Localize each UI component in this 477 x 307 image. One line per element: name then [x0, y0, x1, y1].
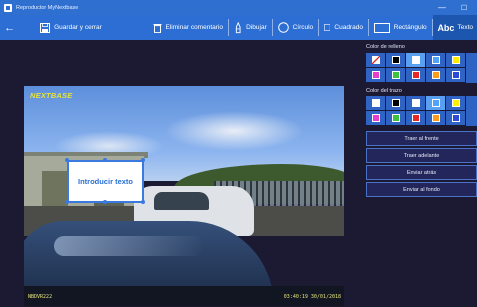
resize-handle[interactable]: [103, 158, 107, 162]
draw-tool-label: Dibujar: [246, 24, 267, 31]
toolbar-divider: [271, 19, 273, 36]
stroke-color-label: Color del trazo: [366, 88, 402, 94]
window-title: Reproductor MyNextbase: [16, 4, 79, 11]
toolbar-divider: [431, 19, 433, 36]
fill-swatch[interactable]: [366, 68, 386, 83]
no-color-icon: [371, 56, 380, 64]
draw-tool-button[interactable]: Dibujar: [230, 15, 271, 40]
toolbar-divider: [227, 19, 229, 36]
bring-forward-button[interactable]: Traer adelante: [366, 148, 477, 163]
resize-handle[interactable]: [141, 200, 145, 204]
send-to-back-button[interactable]: Enviar al fondo: [366, 182, 477, 197]
stroke-color-row-1: [366, 96, 477, 111]
properties-panel: Color de relleno Color del trazo Traer a…: [362, 40, 477, 307]
stroke-swatch[interactable]: [446, 96, 466, 111]
rectangle-tool-label: Rectángulo: [393, 24, 427, 31]
minimize-button[interactable]: —: [431, 0, 453, 15]
circle-tool-label: Círculo: [292, 24, 314, 31]
fill-swatch[interactable]: [406, 68, 426, 83]
back-arrow-icon: ←: [4, 21, 16, 34]
stroke-swatch[interactable]: [366, 96, 386, 111]
stroke-swatch[interactable]: [386, 96, 406, 111]
resize-handle[interactable]: [103, 200, 107, 204]
resize-handle[interactable]: [65, 158, 69, 162]
datetime-stamp: 03:40:19 30/01/2018: [283, 294, 341, 300]
device-stamp: NBDVR222: [28, 294, 53, 300]
fill-swatch-selected[interactable]: [406, 53, 426, 68]
stroke-swatch[interactable]: [406, 96, 426, 111]
text-tool-button[interactable]: Abc Texto: [433, 15, 477, 40]
square-tool-button[interactable]: Cuadrado: [320, 15, 367, 40]
app-icon: [4, 3, 12, 12]
title-bar: Reproductor MyNextbase — ☐: [0, 0, 477, 15]
fill-swatch[interactable]: [426, 53, 446, 68]
pen-icon: [235, 21, 241, 33]
annotation-toolbar: ← Guardar y cerrar Eliminar comentario D…: [0, 15, 477, 40]
send-backward-button[interactable]: Enviar atrás: [366, 165, 477, 180]
circle-icon: [277, 22, 289, 33]
stroke-swatch[interactable]: [386, 111, 406, 126]
fill-swatch[interactable]: [446, 68, 466, 83]
maximize-button[interactable]: ☐: [453, 0, 475, 15]
fill-swatch[interactable]: [386, 53, 406, 68]
toolbar-divider: [367, 19, 369, 36]
save-icon: [40, 22, 51, 33]
stroke-swatch[interactable]: [426, 111, 446, 126]
back-button[interactable]: ←: [0, 15, 19, 40]
text-abc-icon: Abc: [437, 22, 455, 33]
nextbase-logo: NEXTBASE: [30, 91, 73, 100]
toolbar-divider: [318, 19, 319, 36]
circle-tool-button[interactable]: Círculo: [274, 15, 318, 40]
rectangle-tool-button[interactable]: Rectángulo: [370, 15, 431, 40]
text-annotation-box[interactable]: Introducir texto: [67, 160, 144, 203]
fill-swatch[interactable]: [386, 68, 406, 83]
annotation-canvas[interactable]: NEXTBASE NBDVR222 03:40:19 30/01/2018: [0, 40, 362, 307]
resize-handle[interactable]: [141, 158, 145, 162]
stroke-swatch[interactable]: [446, 111, 466, 126]
fill-swatch[interactable]: [446, 53, 466, 68]
stroke-swatch[interactable]: [366, 111, 386, 126]
bring-to-front-button[interactable]: Traer al frente: [366, 131, 477, 146]
text-annotation-content[interactable]: Introducir texto: [78, 177, 133, 186]
fill-swatch[interactable]: [426, 68, 446, 83]
stroke-color-row-2: [366, 111, 477, 126]
delete-comment-label: Eliminar comentario: [165, 24, 223, 31]
text-tool-label: Texto: [457, 24, 473, 31]
rectangle-icon: [373, 22, 390, 33]
trash-icon: [153, 23, 162, 33]
resize-handle[interactable]: [65, 200, 69, 204]
square-tool-label: Cuadrado: [334, 24, 363, 31]
fill-color-label: Color de relleno: [366, 44, 405, 50]
fill-color-row-2: [366, 68, 477, 83]
fill-swatch-none[interactable]: [366, 53, 386, 68]
stroke-swatch-selected[interactable]: [426, 96, 446, 111]
fill-color-row-1: [366, 53, 477, 68]
save-and-close-label: Guardar y cerrar: [54, 24, 102, 31]
stroke-swatch[interactable]: [406, 111, 426, 126]
square-icon: [323, 24, 331, 31]
delete-comment-button[interactable]: Eliminar comentario: [149, 15, 227, 40]
save-and-close-button[interactable]: Guardar y cerrar: [19, 15, 148, 40]
